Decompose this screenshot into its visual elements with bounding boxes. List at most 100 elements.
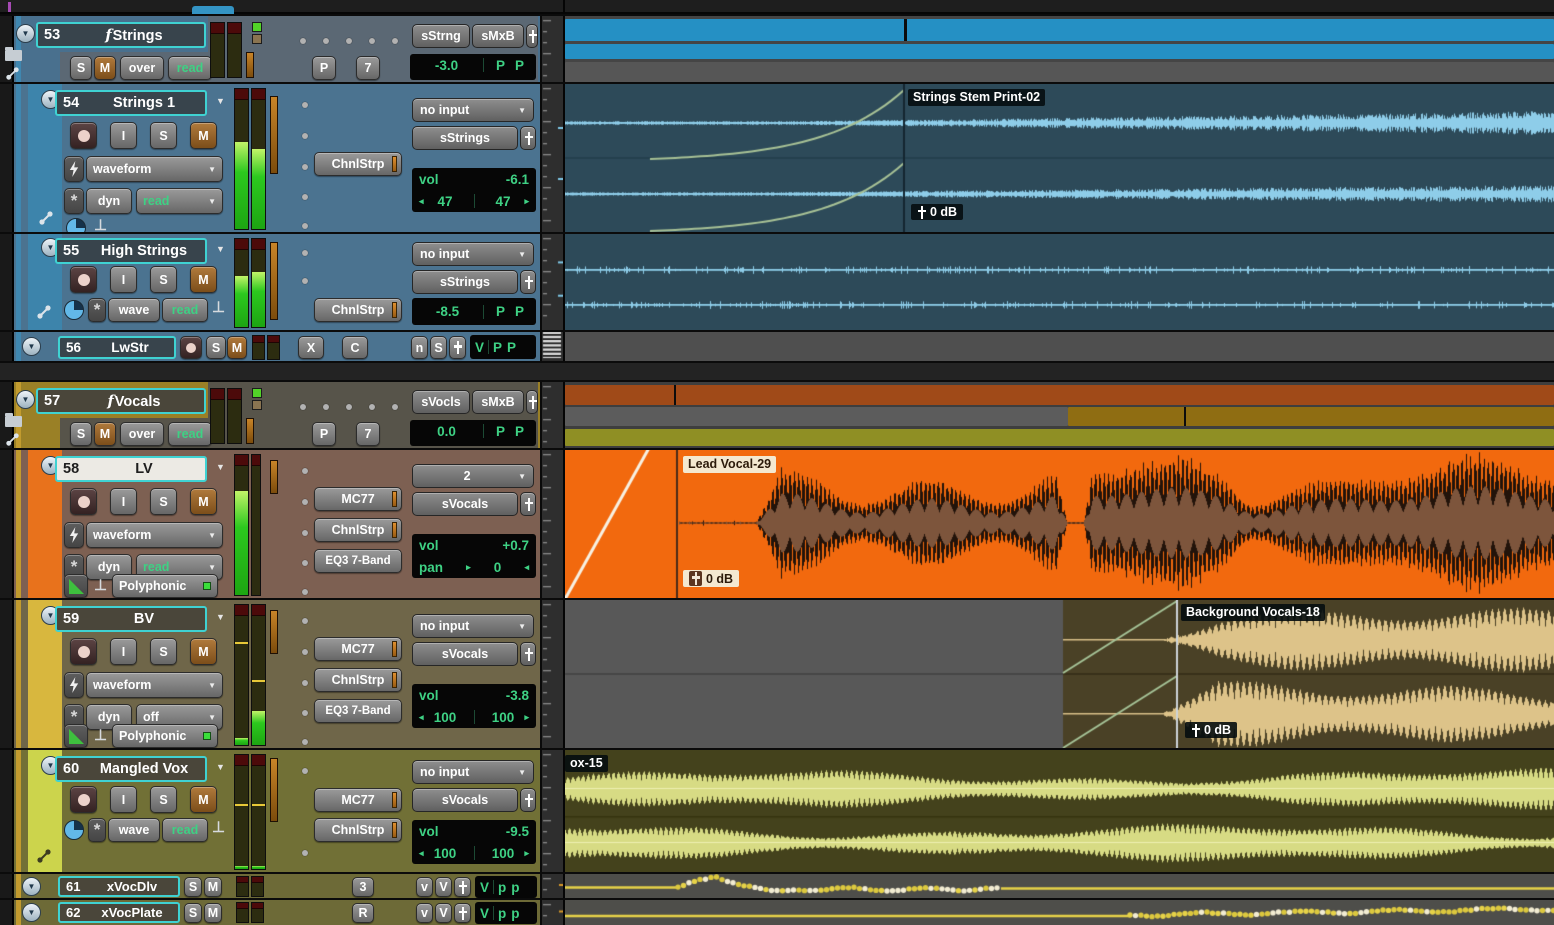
- insert-chnlstrp-button[interactable]: ChnlStrp: [314, 818, 402, 842]
- background-vocals-waveform[interactable]: [565, 600, 1554, 748]
- mini-fader[interactable]: [270, 242, 278, 320]
- automation-mode-selector[interactable]: read▼: [136, 188, 223, 214]
- send-slot-dot[interactable]: [369, 404, 375, 410]
- collapse-arrow-icon[interactable]: ▼: [22, 903, 41, 922]
- volume-pan-display[interactable]: vol-6.1 ◂4747▸: [412, 168, 536, 212]
- v-small-button[interactable]: v: [416, 903, 433, 923]
- fader-mini-button[interactable]: [449, 336, 466, 359]
- solo-button[interactable]: S: [184, 877, 202, 897]
- solo-button[interactable]: S: [150, 266, 177, 293]
- cable-tool-icon[interactable]: [5, 432, 20, 447]
- folder-active-led[interactable]: [252, 388, 262, 398]
- output-fader-icon[interactable]: [520, 642, 536, 666]
- xvocplate-lane[interactable]: [565, 900, 1554, 925]
- track-name-box[interactable]: 61 xVocDlv: [58, 876, 180, 897]
- automation-mode-button[interactable]: read: [162, 818, 208, 842]
- tempo-tbar-icon[interactable]: ⊥: [94, 728, 107, 743]
- collapse-arrow-icon[interactable]: ▼: [22, 877, 41, 896]
- track-view-selector[interactable]: waveform▼: [86, 672, 223, 698]
- chevron-down-icon[interactable]: ▼: [216, 762, 225, 772]
- insert-slot-dot[interactable]: [302, 768, 308, 774]
- high-strings-lane[interactable]: [565, 234, 1554, 330]
- automation-mode-button[interactable]: read: [168, 422, 212, 446]
- automation-over-button[interactable]: over: [120, 56, 164, 80]
- insert-slot-dot[interactable]: [302, 164, 308, 170]
- mute-button[interactable]: M: [94, 422, 116, 446]
- output-fader-icon[interactable]: [520, 126, 536, 150]
- tempo-tbar-icon[interactable]: ⊥: [94, 218, 107, 233]
- track-name-box[interactable]: 53 fStrings: [36, 22, 206, 48]
- elastic-snowflake-icon[interactable]: *: [88, 298, 106, 322]
- insert-slot-dot[interactable]: [302, 649, 308, 655]
- volume-pan-display[interactable]: vol+0.7 pan▸0◂: [412, 534, 536, 578]
- vpp-display[interactable]: Vpp: [475, 902, 537, 924]
- send-slot-dot[interactable]: [346, 404, 352, 410]
- xvocdlv-automation[interactable]: [565, 874, 1554, 898]
- clip-overview-bar[interactable]: [565, 429, 1554, 446]
- folder-mute-led[interactable]: [252, 34, 262, 44]
- input-selector[interactable]: no input▼: [412, 242, 534, 266]
- record-button[interactable]: [180, 336, 202, 359]
- insert-slot-dot[interactable]: [302, 133, 308, 139]
- input-monitor-button[interactable]: I: [110, 638, 137, 665]
- mangled-vox-lane[interactable]: ox-15: [565, 750, 1554, 872]
- folder-vocals-lane[interactable]: [565, 382, 1554, 448]
- clock-icon[interactable]: [64, 820, 84, 840]
- mute-button[interactable]: M: [190, 266, 217, 293]
- v-cap-button[interactable]: V: [435, 903, 452, 923]
- xvocdlv-lane[interactable]: [565, 874, 1554, 898]
- timebase-lightning-icon[interactable]: [64, 522, 84, 548]
- insert-slot-dot[interactable]: [302, 710, 308, 716]
- insert-slot-dot[interactable]: [302, 589, 308, 595]
- insert-slot-dot[interactable]: [302, 530, 308, 536]
- insert-chnlstrp-button[interactable]: ChnlStrp: [314, 298, 402, 322]
- send-slot-dot[interactable]: [323, 404, 329, 410]
- xvocplate-automation[interactable]: [565, 900, 1554, 925]
- record-button[interactable]: [70, 266, 97, 293]
- insert-mc77-button[interactable]: MC77: [314, 487, 402, 511]
- volume-pan-display[interactable]: vol-3.8 ◂100100▸: [412, 684, 536, 728]
- input-monitor-button[interactable]: I: [110, 122, 137, 149]
- insert-eq3-button[interactable]: EQ3 7-Band: [314, 699, 402, 723]
- cable-tool-icon[interactable]: [5, 66, 20, 81]
- folder-mute-led[interactable]: [252, 400, 262, 410]
- track-name-box[interactable]: 56 LwStr: [58, 336, 176, 359]
- clip-gain-chip[interactable]: 0 dB: [911, 204, 963, 220]
- output-selector[interactable]: sStrings: [412, 126, 518, 150]
- mangled-vox-waveform[interactable]: [565, 750, 1554, 872]
- elastic-snowflake-icon[interactable]: *: [88, 818, 106, 842]
- elastic-plugin-selector[interactable]: Polyphonic: [112, 574, 218, 598]
- output-a-selector[interactable]: sStrng: [412, 24, 470, 48]
- send-slot-dot[interactable]: [392, 404, 398, 410]
- insert-slot-button[interactable]: 3: [352, 877, 374, 897]
- insert-slot-dot[interactable]: [302, 468, 308, 474]
- lwstr-lane[interactable]: [565, 332, 1554, 361]
- insert-slot-dot[interactable]: [302, 102, 308, 108]
- chevron-down-icon[interactable]: ▼: [216, 612, 225, 622]
- track-name-box[interactable]: 62 xVocPlate: [58, 902, 180, 923]
- output-selector[interactable]: sVocals: [412, 642, 518, 666]
- strings1-lane[interactable]: Strings Stem Print-02 0 dB: [565, 84, 1554, 232]
- solo-button[interactable]: S: [150, 786, 177, 813]
- mini-fader[interactable]: [270, 610, 278, 654]
- insert-chnlstrp-button[interactable]: ChnlStrp: [314, 152, 402, 176]
- clip-overview-bar[interactable]: [565, 62, 1554, 82]
- send-slot-dot[interactable]: [300, 404, 306, 410]
- volume-pan-display[interactable]: -8.5PP: [412, 298, 536, 325]
- tempo-tbar-icon[interactable]: ⊥: [212, 820, 225, 835]
- send-slot-dot[interactable]: [369, 38, 375, 44]
- mute-button[interactable]: M: [204, 903, 222, 923]
- fader-mini-button[interactable]: [454, 903, 471, 923]
- record-button[interactable]: [70, 122, 97, 149]
- automation-mode-button[interactable]: read: [162, 298, 208, 322]
- v-cap-button[interactable]: V: [435, 877, 452, 897]
- mute-button[interactable]: M: [190, 638, 217, 665]
- insert-slot-dot[interactable]: [302, 194, 308, 200]
- mute-button[interactable]: M: [94, 56, 116, 80]
- insert-chnlstrp-button[interactable]: ChnlStrp: [314, 668, 402, 692]
- send-slot-dot[interactable]: [346, 38, 352, 44]
- clip-overview-bar[interactable]: [565, 19, 1554, 41]
- collapse-arrow-icon[interactable]: ▼: [16, 24, 35, 43]
- input-selector[interactable]: no input▼: [412, 760, 534, 784]
- insert-slot-dot[interactable]: [302, 618, 308, 624]
